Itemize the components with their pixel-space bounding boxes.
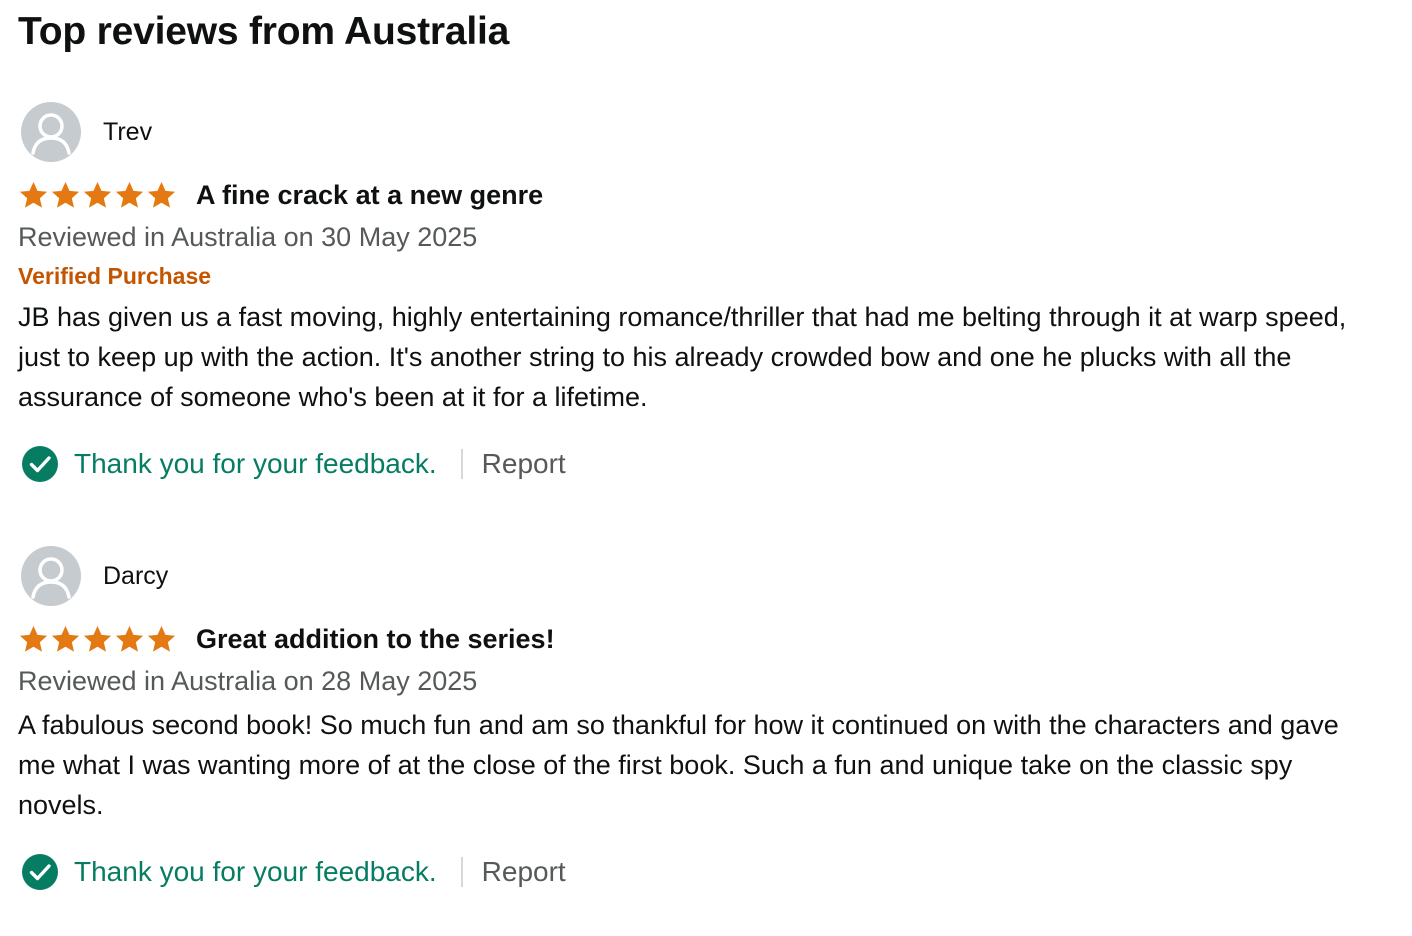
star-icon <box>115 625 144 652</box>
check-circle-icon <box>22 854 58 890</box>
star-icon <box>51 181 80 208</box>
star-icon <box>83 625 112 652</box>
divider <box>460 449 463 479</box>
review-body: JB has given us a fast moving, highly en… <box>18 302 1347 412</box>
avatar[interactable] <box>21 102 81 162</box>
review-item: Darcy Great addition to the series! Revi… <box>18 544 1388 892</box>
review-title-row: Great addition to the series! <box>18 615 1388 663</box>
reviewer-name[interactable]: Darcy <box>103 561 168 591</box>
review-date: Reviewed in Australia on 30 May 2025 <box>18 222 478 252</box>
verified-purchase-badge[interactable]: Verified Purchase <box>18 261 1388 291</box>
star-icon <box>19 625 48 652</box>
feedback-confirmation: Thank you for your feedback. <box>74 448 437 479</box>
review-item: Trev A fine crack at a new genre Reviewe… <box>18 100 1388 484</box>
star-icon <box>19 181 48 208</box>
star-icon <box>51 625 80 652</box>
star-icon <box>147 181 176 208</box>
review-body: A fabulous second book! So much fun and … <box>18 710 1339 820</box>
feedback-row: Thank you for your feedback. Report <box>18 444 1388 484</box>
report-link[interactable]: Report <box>482 855 566 889</box>
reviewer-profile[interactable]: Trev <box>18 100 1388 164</box>
feedback-confirmation: Thank you for your feedback. <box>74 856 437 887</box>
review-title-row: A fine crack at a new genre <box>18 171 1388 219</box>
avatar[interactable] <box>21 546 81 606</box>
user-silhouette-icon <box>31 113 71 155</box>
review-title[interactable]: Great addition to the series! <box>196 622 555 656</box>
star-icon <box>147 625 176 652</box>
user-silhouette-icon <box>31 557 71 599</box>
star-icon <box>83 181 112 208</box>
star-rating[interactable] <box>18 624 177 655</box>
report-link[interactable]: Report <box>482 447 566 481</box>
feedback-row: Thank you for your feedback. Report <box>18 852 1388 892</box>
reviewer-profile[interactable]: Darcy <box>18 544 1388 608</box>
reviews-page: Top reviews from Australia Trev A fine c… <box>0 0 1412 936</box>
section-title: Top reviews from Australia <box>18 10 510 53</box>
divider <box>460 857 463 887</box>
check-circle-icon <box>22 446 58 482</box>
reviewer-name[interactable]: Trev <box>103 117 152 147</box>
review-date: Reviewed in Australia on 28 May 2025 <box>18 666 478 696</box>
star-rating[interactable] <box>18 180 177 211</box>
review-title[interactable]: A fine crack at a new genre <box>196 178 543 212</box>
star-icon <box>115 181 144 208</box>
